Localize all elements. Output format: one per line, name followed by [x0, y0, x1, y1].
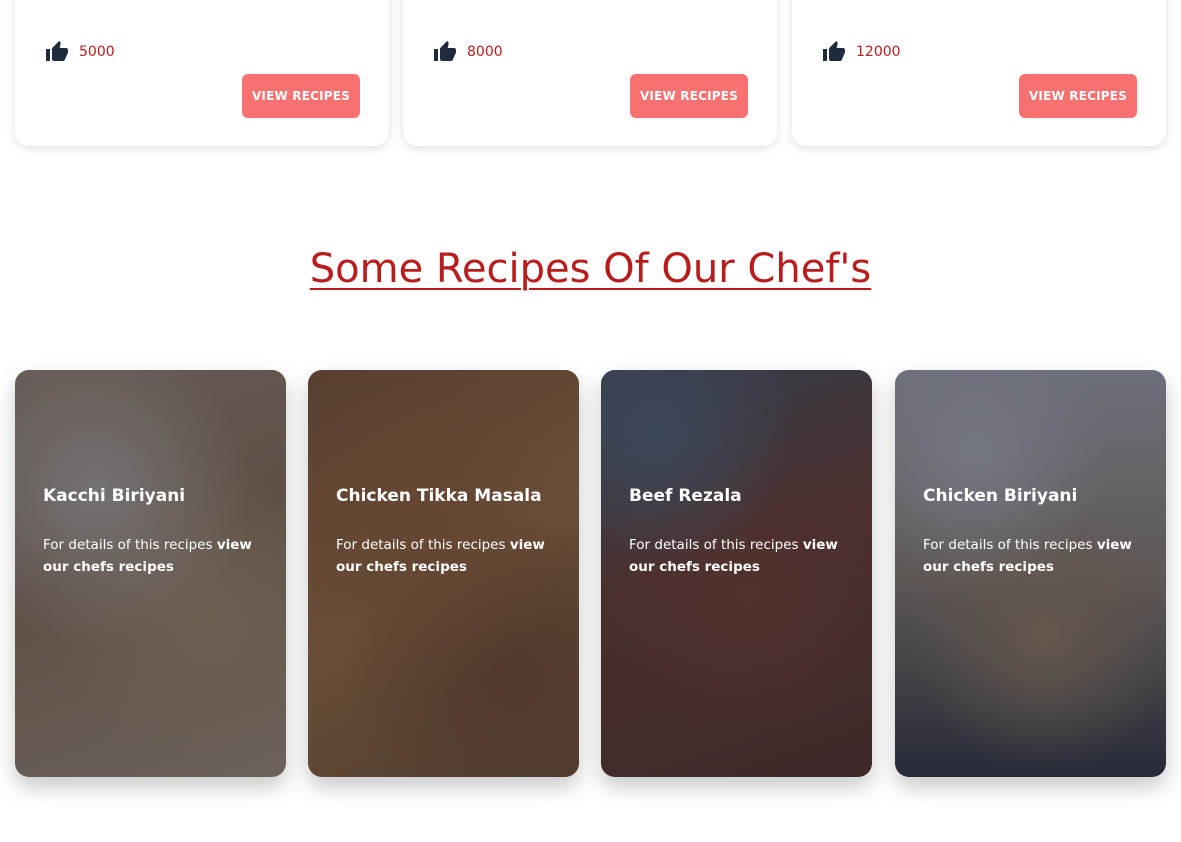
chef-card: 5000 VIEW RECIPES — [15, 0, 389, 146]
recipe-name: Chicken Tikka Masala — [336, 486, 542, 506]
likes: 12000 — [822, 40, 901, 64]
recipe-description: For details of this recipes view our che… — [336, 537, 545, 575]
likes-count: 8000 — [467, 44, 503, 60]
recipe-name: Kacchi Biriyani — [43, 486, 186, 506]
thumbs-up-icon — [46, 41, 68, 61]
recipe-description: For details of this recipes view our che… — [923, 537, 1132, 575]
recipe-card-kacchi-biriyani[interactable]: Kacchi Biriyani For details of this reci… — [15, 370, 286, 777]
chef-card: 12000 VIEW RECIPES — [792, 0, 1166, 146]
section-title: Some Recipes Of Our Chef's — [309, 246, 872, 292]
thumbs-up-icon — [434, 41, 456, 61]
view-recipes-button[interactable]: VIEW RECIPES — [630, 74, 748, 118]
chef-card: 8000 VIEW RECIPES — [403, 0, 777, 146]
recipe-card-beef-rezala[interactable]: Beef Rezala For details of this recipes … — [601, 370, 872, 777]
recipe-name: Chicken Biriyani — [923, 486, 1078, 506]
recipe-name: Beef Rezala — [629, 486, 742, 506]
recipe-description: For details of this recipes view our che… — [629, 537, 838, 575]
likes: 5000 — [45, 40, 115, 64]
view-recipes-button[interactable]: VIEW RECIPES — [1019, 74, 1137, 118]
likes-count: 5000 — [79, 44, 115, 60]
recipe-card-chicken-biriyani[interactable]: Chicken Biriyani For details of this rec… — [895, 370, 1166, 777]
likes-count: 12000 — [856, 44, 901, 60]
recipe-card-chicken-tikka-masala[interactable]: Chicken Tikka Masala For details of this… — [308, 370, 579, 777]
view-recipes-button[interactable]: VIEW RECIPES — [242, 74, 360, 118]
likes: 8000 — [433, 40, 503, 64]
recipe-description: For details of this recipes view our che… — [43, 537, 252, 575]
thumbs-up-icon — [823, 41, 845, 61]
